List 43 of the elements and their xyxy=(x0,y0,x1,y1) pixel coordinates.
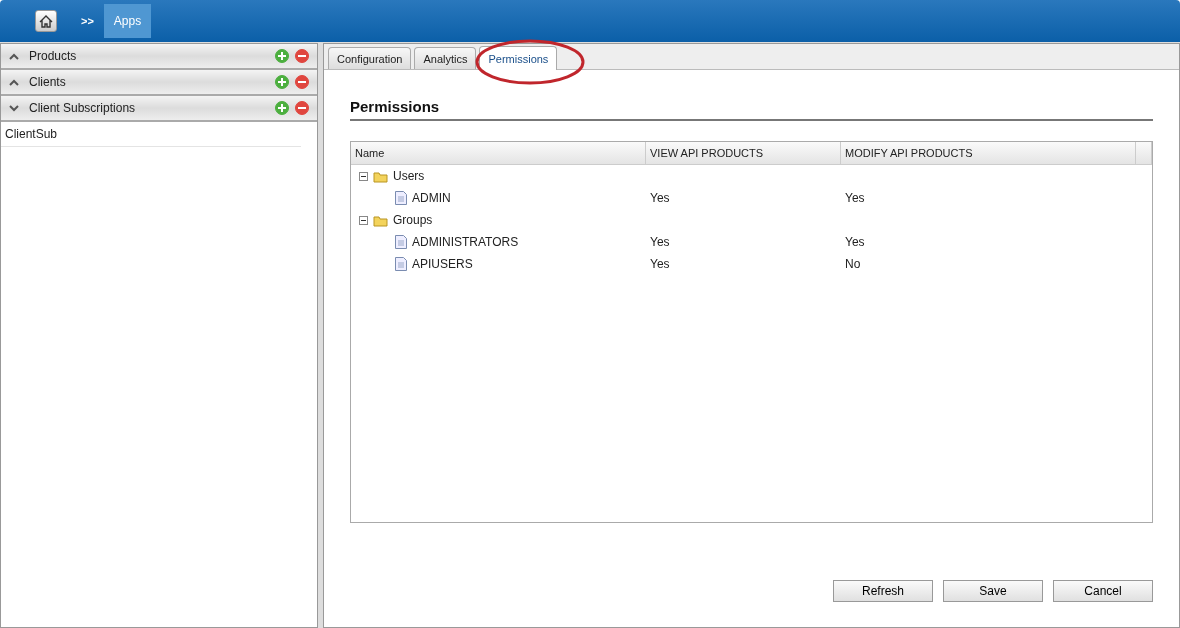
column-header[interactable]: Name xyxy=(351,142,646,164)
section-title: Products xyxy=(29,49,78,63)
tree-node-label[interactable]: Users xyxy=(393,169,425,183)
accordion-header[interactable]: Client Subscriptions xyxy=(1,96,317,122)
tree-node-label[interactable]: ADMINISTRATORS xyxy=(412,235,519,249)
breadcrumb-separator: >> xyxy=(81,15,94,27)
tab[interactable]: Configuration xyxy=(328,47,412,69)
table-cell-text: No xyxy=(844,257,862,271)
table-cell-text: Yes xyxy=(649,257,671,271)
table-cell-text: Yes xyxy=(844,235,866,249)
tab[interactable]: Permissions xyxy=(479,46,558,70)
document-icon xyxy=(395,257,407,271)
folder-icon xyxy=(373,169,388,183)
remove-button[interactable] xyxy=(295,75,309,89)
collapse-toggle[interactable] xyxy=(359,171,368,181)
document-icon xyxy=(395,191,407,205)
table-cell-text: Yes xyxy=(649,235,671,249)
remove-button[interactable] xyxy=(295,49,309,63)
document-icon xyxy=(395,235,407,249)
column-header[interactable]: VIEW API PRODUCTS xyxy=(646,142,841,164)
add-button[interactable] xyxy=(275,75,289,89)
add-button[interactable] xyxy=(275,101,289,115)
list-item[interactable]: ClientSub xyxy=(1,122,301,147)
section-title: Clients xyxy=(29,75,67,89)
tree-node-label[interactable]: Groups xyxy=(393,213,433,227)
column-header[interactable]: MODIFY API PRODUCTS xyxy=(841,142,1136,164)
table-cell-text: Yes xyxy=(844,191,866,205)
table-cell-text: Yes xyxy=(649,191,671,205)
tree-node-label[interactable]: APIUSERS xyxy=(412,257,473,271)
tree-node-label[interactable]: ADMIN xyxy=(412,191,451,205)
collapse-toggle[interactable] xyxy=(359,215,368,225)
tab[interactable]: Analytics xyxy=(414,47,477,69)
action-button[interactable]: Save xyxy=(943,580,1043,602)
folder-icon xyxy=(373,213,388,227)
home-button[interactable] xyxy=(35,10,57,32)
accordion-header[interactable]: Products xyxy=(1,44,317,70)
action-button[interactable]: Refresh xyxy=(833,580,933,602)
accordion-header[interactable]: Clients xyxy=(1,70,317,96)
action-button[interactable]: Cancel xyxy=(1053,580,1153,602)
section-heading: Permissions xyxy=(350,98,1153,121)
section-title: Client Subscriptions xyxy=(29,101,137,115)
add-button[interactable] xyxy=(275,49,289,63)
remove-button[interactable] xyxy=(295,101,309,115)
